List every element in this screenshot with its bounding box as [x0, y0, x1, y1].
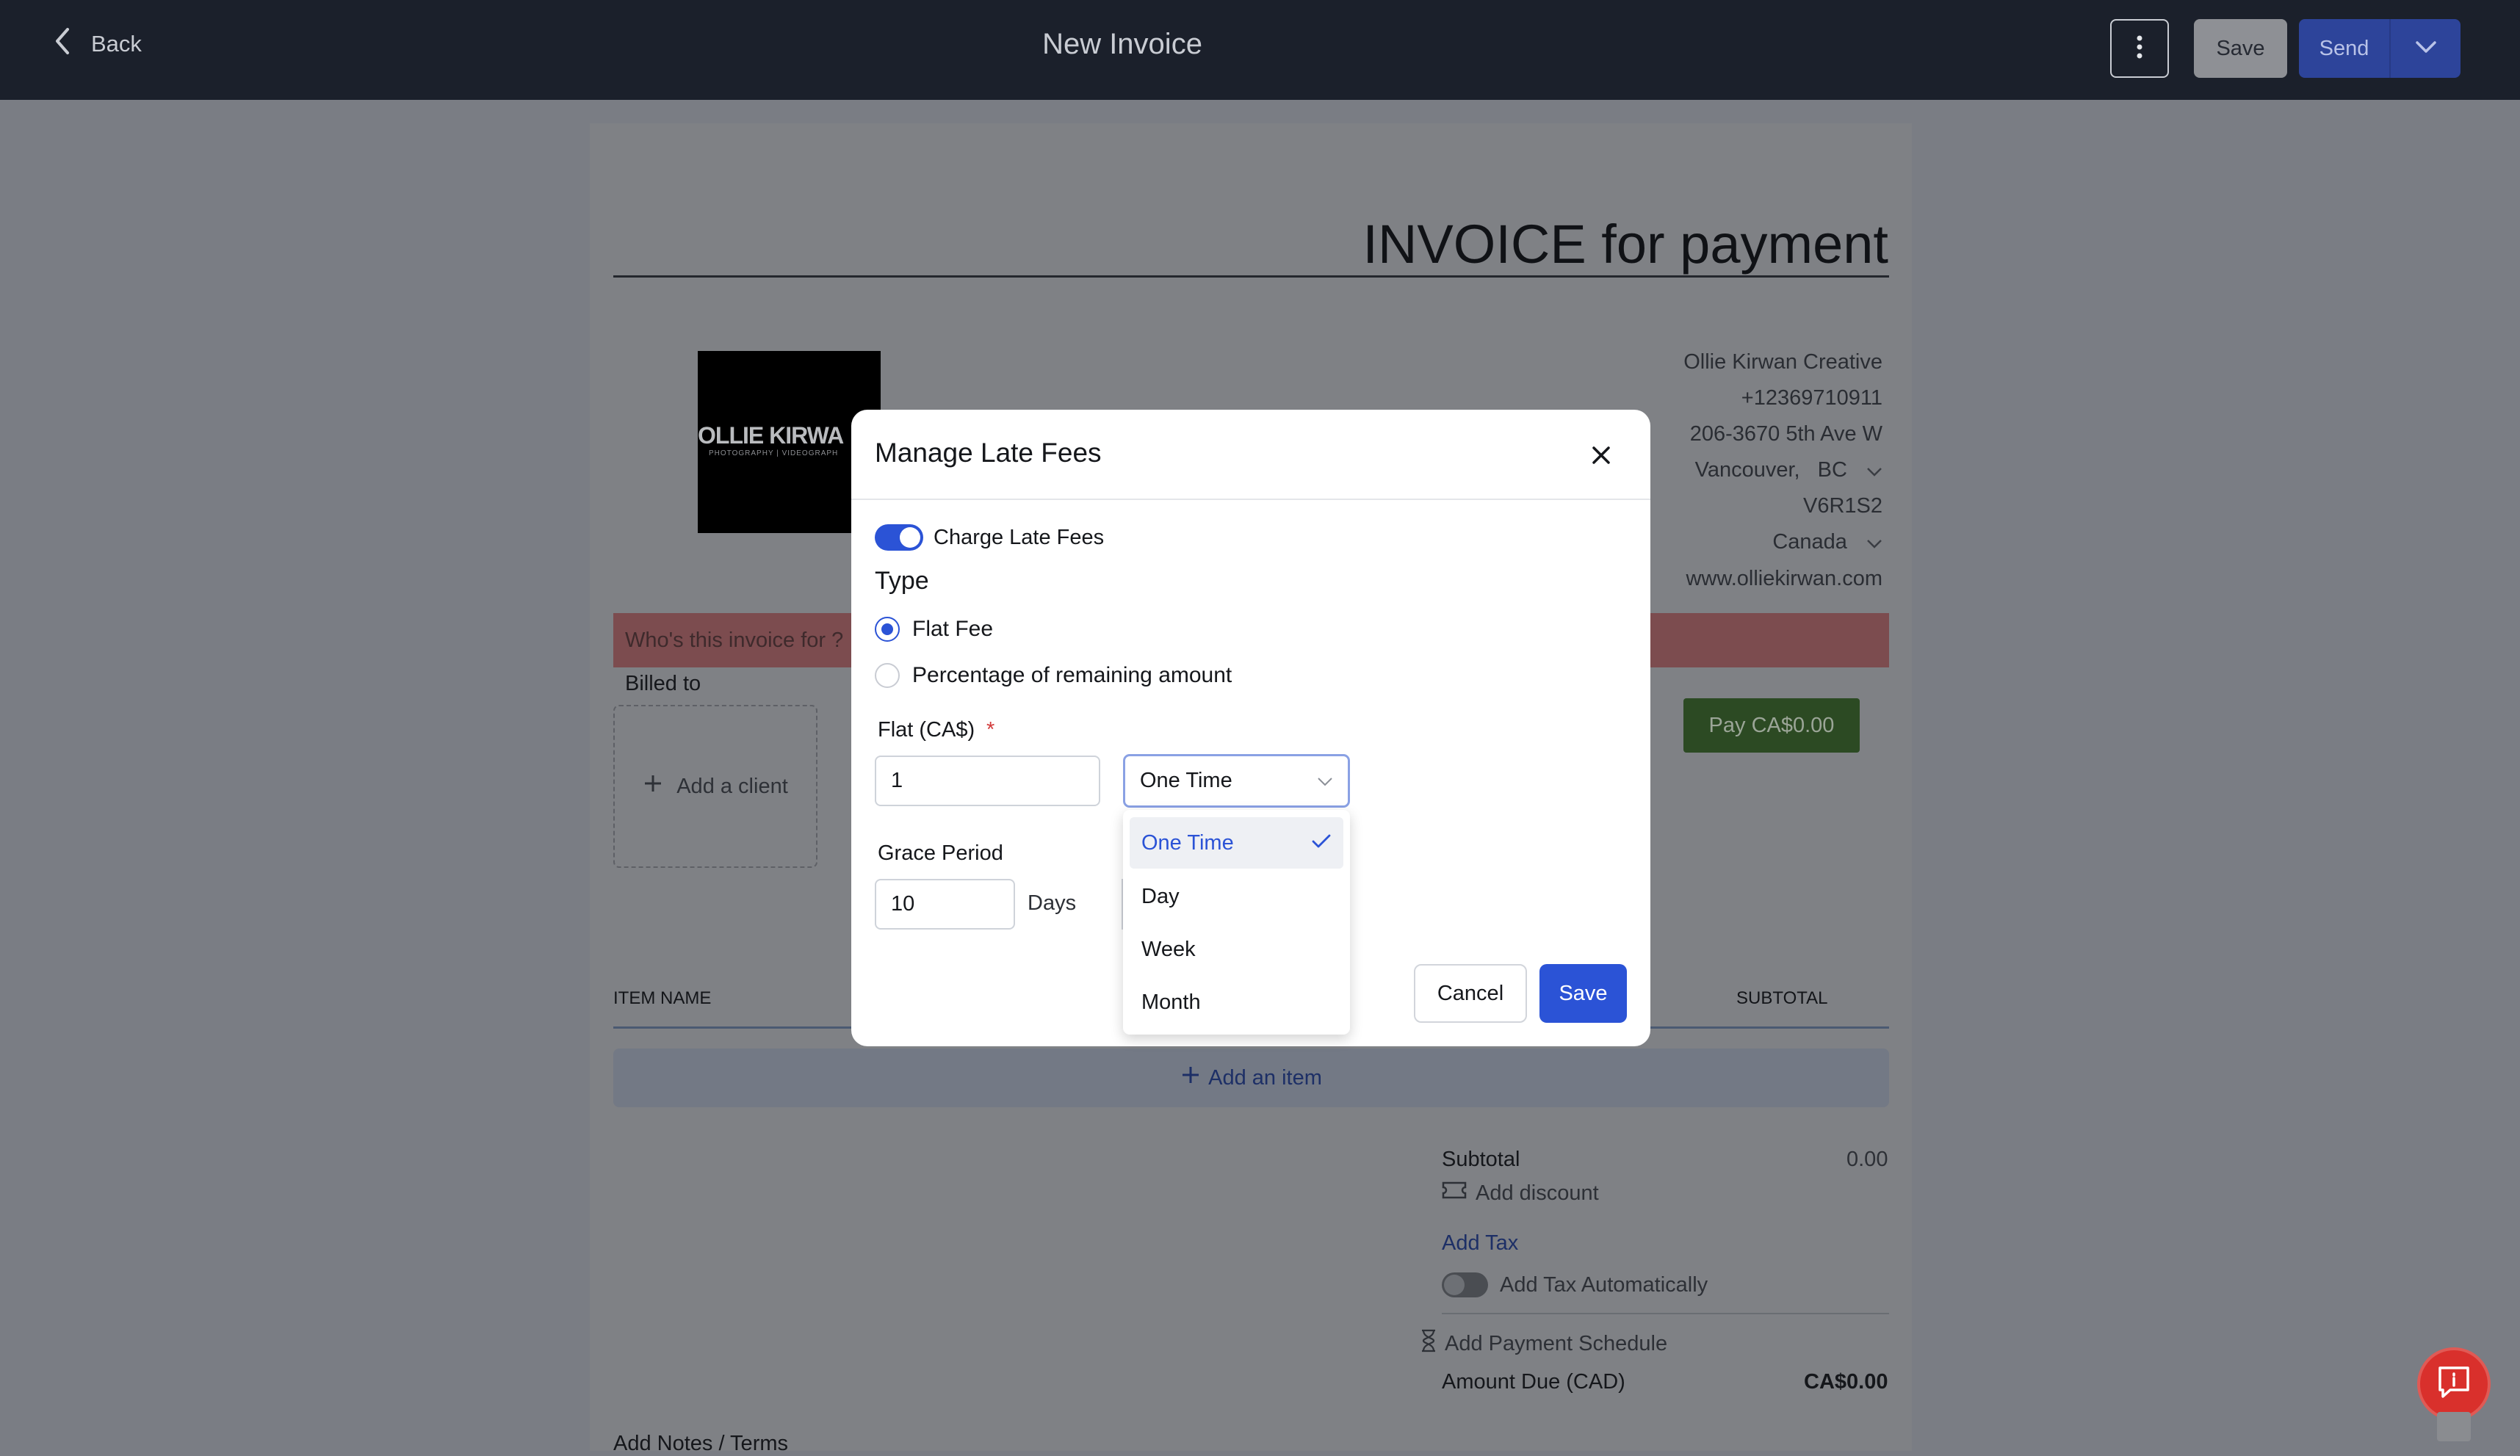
add-payment-schedule-label: Add Payment Schedule [1445, 1331, 1668, 1355]
option-label: Day [1141, 884, 1180, 908]
business-country[interactable]: Canada [1772, 530, 1847, 554]
add-item-button[interactable]: Add an item [613, 1048, 1889, 1107]
chevron-down-icon [1317, 769, 1333, 793]
business-city[interactable]: Vancouver, [1695, 458, 1800, 482]
billed-to-label: Billed to [625, 672, 701, 695]
column-header-subtotal: SUBTOTAL [1736, 988, 1828, 1008]
plus-icon [1180, 1065, 1201, 1091]
required-mark: * [986, 718, 995, 742]
add-item-label: Add an item [1208, 1065, 1322, 1090]
ticket-icon [1442, 1181, 1467, 1206]
checkmark-icon [1311, 831, 1332, 855]
grace-period-label: Grace Period [878, 841, 1003, 865]
chevron-down-icon [2415, 40, 2437, 57]
business-city-row: Vancouver, BC [1695, 458, 1882, 483]
add-client-label: Add a client [676, 774, 788, 798]
client-warning-text: Who's this invoice for ? [625, 629, 844, 652]
close-icon [1591, 445, 1611, 469]
dropdown-option-week[interactable]: Week [1130, 924, 1343, 975]
grace-days-label: Days [1028, 891, 1077, 915]
option-label: One Time [1141, 830, 1234, 855]
dropdown-option-one-time[interactable]: One Time [1130, 817, 1343, 869]
add-tax-link[interactable]: Add Tax [1442, 1231, 1518, 1256]
frequency-select-value: One Time [1140, 769, 1232, 792]
more-vertical-icon [2136, 35, 2143, 63]
dropdown-option-month[interactable]: Month [1130, 977, 1343, 1028]
business-website[interactable]: www.olliekirwan.com [1686, 567, 1882, 591]
business-province[interactable]: BC [1818, 458, 1847, 482]
add-tax-automatically-row: Add Tax Automatically [1442, 1272, 1708, 1297]
amount-due-label: Amount Due (CAD) [1442, 1370, 1625, 1394]
percentage-radio[interactable] [875, 663, 900, 688]
add-payment-schedule-button[interactable]: Add Payment Schedule [1420, 1329, 1667, 1358]
save-button[interactable]: Save [2194, 19, 2287, 78]
divider [851, 499, 1650, 500]
subtotal-label: Subtotal [1442, 1148, 1520, 1171]
percentage-label[interactable]: Percentage of remaining amount [912, 663, 1232, 688]
subtotal-value: 0.00 [1846, 1148, 1888, 1171]
close-button[interactable] [1585, 441, 1617, 473]
divider [613, 275, 1889, 278]
invoice-heading[interactable]: INVOICE for payment [1102, 213, 1888, 275]
flat-amount-label: Flat (CA$) [878, 718, 975, 742]
option-label: Week [1141, 937, 1196, 961]
save-late-fees-button[interactable]: Save [1539, 964, 1627, 1023]
chevron-down-icon[interactable] [1866, 531, 1882, 555]
frequency-select[interactable]: One Time [1123, 754, 1350, 808]
send-button-group: Send [2299, 19, 2461, 78]
option-label: Month [1141, 990, 1201, 1014]
amount-due-value: CA$0.00 [1804, 1370, 1888, 1394]
page-title: New Invoice [1042, 28, 1202, 60]
divider [1442, 1313, 1889, 1314]
business-country-row: Canada [1772, 530, 1882, 555]
chat-info-icon [2436, 1365, 2472, 1404]
chevron-down-icon[interactable] [1866, 459, 1882, 483]
notes-terms-label[interactable]: Add Notes / Terms [613, 1432, 788, 1456]
add-discount-button[interactable]: Add discount [1442, 1181, 1599, 1206]
pay-button[interactable]: Pay CA$0.00 [1683, 698, 1860, 753]
add-tax-automatically-toggle[interactable] [1442, 1272, 1488, 1297]
grace-period-input[interactable] [875, 879, 1015, 930]
charge-late-fees-toggle[interactable] [875, 524, 923, 551]
hourglass-icon [1420, 1329, 1437, 1358]
flat-amount-input[interactable] [875, 756, 1100, 806]
dropdown-option-day[interactable]: Day [1130, 871, 1343, 922]
business-name[interactable]: Ollie Kirwan Creative [1683, 350, 1882, 374]
flat-fee-label[interactable]: Flat Fee [912, 617, 993, 642]
business-address[interactable]: 206-3670 5th Ave W [1690, 422, 1882, 446]
send-options-button[interactable] [2391, 19, 2461, 78]
add-tax-automatically-label: Add Tax Automatically [1500, 1272, 1708, 1297]
cancel-button[interactable]: Cancel [1414, 964, 1527, 1023]
help-chat-button[interactable] [2420, 1350, 2488, 1418]
charge-late-fees-label: Charge Late Fees [934, 526, 1105, 549]
send-button[interactable]: Send [2299, 19, 2391, 78]
business-phone[interactable]: +12369710911 [1741, 386, 1882, 410]
type-heading: Type [875, 567, 929, 595]
help-collapse-tab[interactable] [2437, 1412, 2471, 1441]
flat-fee-radio[interactable] [875, 617, 900, 642]
plus-icon [643, 773, 663, 800]
modal-title: Manage Late Fees [875, 438, 1102, 468]
column-header-item-name: ITEM NAME [613, 988, 712, 1008]
more-options-button[interactable] [2110, 19, 2169, 78]
add-client-button[interactable]: Add a client [613, 705, 817, 868]
business-postal[interactable]: V6R1S2 [1803, 494, 1882, 518]
add-discount-label: Add discount [1476, 1181, 1599, 1205]
frequency-dropdown-menu: One Time Day Week Month [1123, 810, 1350, 1035]
